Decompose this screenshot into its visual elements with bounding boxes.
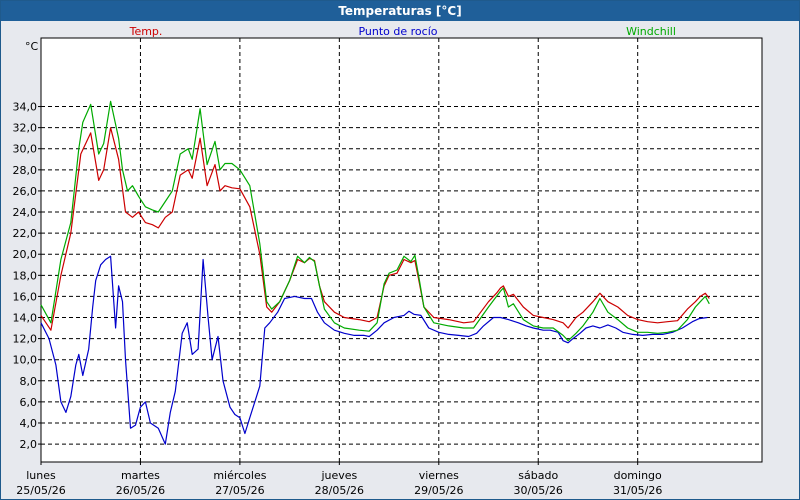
x-tick-day: viernes [419,469,459,482]
y-tick-label: 26,0 [13,185,38,198]
x-tick-date: 26/05/26 [116,484,165,497]
x-tick-day: lunes [26,469,56,482]
y-tick-label: 22,0 [13,227,38,240]
temperature-chart: 2,0 4,0 6,0 8,0 10,0 12,0 14,0 16,0 18,0 20,0 22,0… [13,25,763,497]
y-tick-label: 6,0 [20,396,38,409]
y-tick-label: 34,0 [13,101,38,114]
legend: Temp. Punto de rocío Windchill [129,25,676,38]
x-tick-day: domingo [614,469,662,482]
y-tick-label: 16,0 [13,290,38,303]
x-axis-ticks: lunes 25/05/26 martes 26/05/26 miércoles 27/0… [16,462,662,497]
y-tick-label: 2,0 [20,438,38,451]
y-tick-label: 10,0 [13,354,38,367]
legend-entry: Punto de rocío [358,25,437,38]
y-tick-label: 14,0 [13,312,38,325]
x-tick-date: 27/05/26 [215,484,264,497]
y-tick-label: 20,0 [13,248,38,261]
y-tick-label: 12,0 [13,333,38,346]
x-tick-day: jueves [320,469,357,482]
plot-area [40,37,763,463]
y-tick-label: 30,0 [13,143,38,156]
y-tick-label: 24,0 [13,206,38,219]
x-tick-date: 28/05/26 [315,484,364,497]
legend-entry: Windchill [626,25,676,38]
y-tick-label: 18,0 [13,269,38,282]
y-tick-label: 32,0 [13,122,38,135]
x-tick-date: 31/05/26 [613,484,662,497]
y-axis-ticks: 2,0 4,0 6,0 8,0 10,0 12,0 14,0 16,0 18,0 20,0 22,0… [13,101,41,451]
x-tick-day: miércoles [213,469,266,482]
x-tick-date: 30/05/26 [514,484,563,497]
x-tick-day: martes [121,469,160,482]
x-tick-day: sábado [518,469,558,482]
y-tick-label: 4,0 [20,417,38,430]
x-tick-date: 29/05/26 [414,484,463,497]
y-axis-unit: °C [25,40,39,53]
x-tick-date: 25/05/26 [16,484,65,497]
y-tick-label: 28,0 [13,164,38,177]
legend-entry: Temp. [129,25,163,38]
y-tick-label: 8,0 [20,375,38,388]
